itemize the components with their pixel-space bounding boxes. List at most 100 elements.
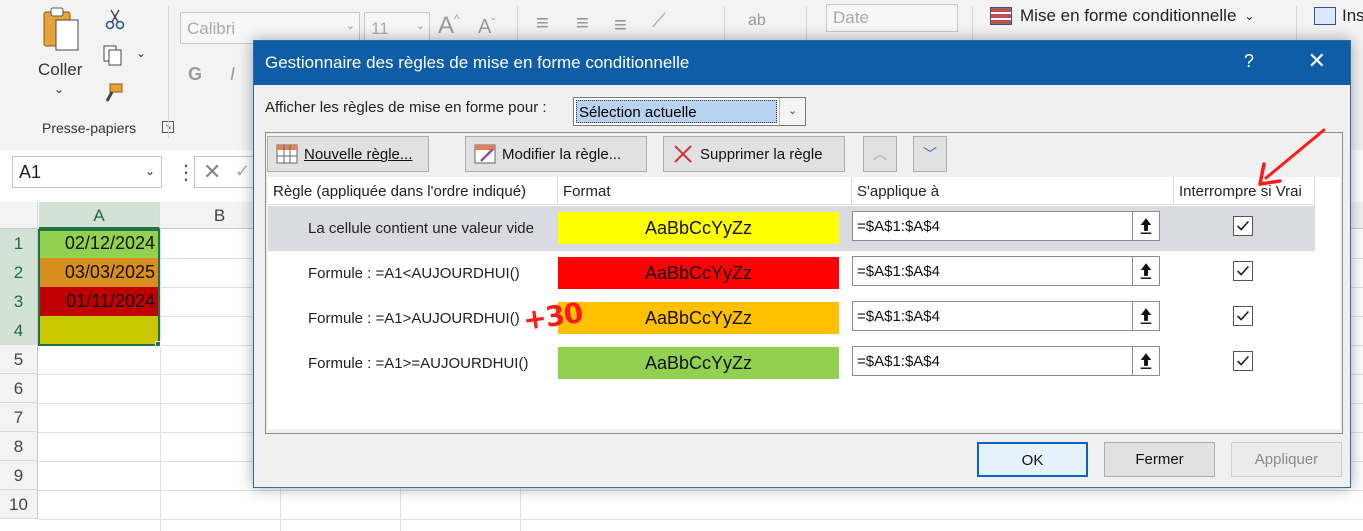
row-header[interactable]: 2	[0, 258, 38, 287]
show-rules-value: Sélection actuelle	[576, 100, 777, 123]
row-header[interactable]: 5	[0, 345, 38, 374]
font-name-value: Calibri	[187, 19, 236, 38]
new-rule-icon	[276, 144, 298, 164]
help-button[interactable]: ?	[1244, 51, 1254, 72]
ribbon-separator	[168, 6, 169, 138]
number-format-combo[interactable]: Date	[826, 4, 958, 32]
cut-icon[interactable]	[104, 8, 126, 30]
move-up-button[interactable]: ︿	[863, 136, 897, 172]
paste-dropdown-icon[interactable]: ⌄	[54, 82, 64, 96]
format-preview: AaBbCcYyZz	[558, 257, 839, 289]
format-preview: AaBbCcYyZz	[558, 302, 839, 334]
rule-row[interactable]: Formule : =A1>AUJOURDHUI() AaBbCcYyZz =$…	[268, 296, 1315, 341]
range-picker-icon[interactable]	[1132, 302, 1159, 330]
bold-button[interactable]: G	[188, 64, 202, 85]
chevron-down-icon: ⌄	[415, 20, 425, 32]
column-header-a[interactable]: A	[39, 202, 160, 229]
applies-to-value: =$A$1:$A$4	[857, 308, 940, 325]
rule-row[interactable]: Formule : =A1>=AUJOURDHUI() AaBbCcYyZz =…	[268, 341, 1315, 386]
row-header[interactable]: 8	[0, 432, 38, 461]
ok-button[interactable]: OK	[977, 442, 1088, 477]
rule-name: Formule : =A1>=AUJOURDHUI()	[308, 355, 529, 372]
name-box[interactable]: A1 ⌄	[12, 156, 162, 188]
row-header[interactable]: 10	[0, 490, 38, 519]
fill-handle[interactable]	[155, 341, 161, 347]
range-picker-icon[interactable]	[1132, 347, 1159, 375]
align-bottom-icon[interactable]: ≡	[614, 12, 627, 38]
applies-to-field[interactable]: =$A$1:$A$4	[852, 211, 1160, 241]
row-header[interactable]: 7	[0, 403, 38, 432]
close-icon[interactable]: ✕	[1308, 48, 1326, 74]
stop-if-true-checkbox[interactable]	[1233, 351, 1253, 371]
chevron-down-icon[interactable]: ⌄	[779, 98, 805, 125]
range-picker-icon[interactable]	[1132, 257, 1159, 285]
format-preview: AaBbCcYyZz	[558, 212, 839, 244]
insert-cells-icon	[1314, 7, 1336, 25]
applies-to-value: =$A$1:$A$4	[857, 353, 940, 370]
row-header[interactable]: 3	[0, 287, 38, 316]
edit-rule-button[interactable]: Modifier la règle...	[465, 136, 647, 172]
rule-name: Formule : =A1>AUJOURDHUI()	[308, 310, 520, 327]
delete-rule-button[interactable]: Supprimer la règle	[663, 136, 845, 172]
stop-if-true-checkbox[interactable]	[1233, 306, 1253, 326]
range-picker-icon[interactable]	[1132, 212, 1159, 240]
select-all-corner[interactable]	[0, 202, 38, 229]
rules-table: Règle (appliquée dans l'ordre indiqué) F…	[268, 177, 1340, 429]
shrink-font-button[interactable]: Aˇ	[478, 16, 495, 39]
wrap-text-icon[interactable]: ab	[748, 12, 766, 30]
applies-to-field[interactable]: =$A$1:$A$4	[852, 346, 1160, 376]
column-header-applies-to: S'applique à	[852, 177, 1174, 205]
copy-icon[interactable]	[102, 44, 124, 66]
row-header[interactable]: 9	[0, 461, 38, 490]
align-top-icon[interactable]: ≡	[536, 10, 549, 36]
stop-if-true-checkbox[interactable]	[1233, 261, 1253, 281]
rule-row[interactable]: La cellule contient une valeur vide AaBb…	[268, 206, 1315, 251]
chevron-down-icon: ⌄	[144, 164, 155, 178]
close-button[interactable]: Fermer	[1104, 442, 1215, 477]
delete-icon	[674, 145, 692, 163]
enter-icon[interactable]: ✓	[235, 161, 250, 182]
applies-to-value: =$A$1:$A$4	[857, 263, 940, 280]
insert-cells-button[interactable]: Ins	[1314, 6, 1363, 26]
chevron-down-icon: ⌄	[1244, 9, 1255, 23]
row-header[interactable]: 6	[0, 374, 38, 403]
rule-name: La cellule contient une valeur vide	[308, 220, 534, 237]
new-rule-button[interactable]: Nouvelle règle...	[267, 136, 429, 172]
orientation-icon[interactable]: ⟋	[652, 10, 666, 33]
applies-to-field[interactable]: =$A$1:$A$4	[852, 301, 1160, 331]
new-rule-label: Nouvelle règle...	[304, 145, 413, 163]
italic-button[interactable]: I	[230, 64, 235, 85]
more-options-icon[interactable]: ⋮	[176, 160, 196, 185]
show-rules-label: Afficher les règles de mise en forme pou…	[265, 99, 547, 116]
font-size-value: 11	[371, 19, 389, 38]
row-header[interactable]: 1	[0, 229, 38, 258]
chevron-up-icon: ︿	[873, 146, 887, 162]
cell-a3[interactable]: 01/11/2024	[39, 287, 159, 316]
stop-if-true-checkbox[interactable]	[1233, 216, 1253, 236]
rules-frame: Nouvelle règle... Modifier la règle... S…	[265, 132, 1343, 434]
applies-to-field[interactable]: =$A$1:$A$4	[852, 256, 1160, 286]
show-rules-select[interactable]: Sélection actuelle ⌄	[573, 97, 806, 126]
edit-rule-icon	[474, 144, 496, 164]
cell-a1[interactable]: 02/12/2024	[39, 229, 159, 258]
cancel-icon[interactable]: ✕	[203, 159, 221, 185]
clipboard-group: Coller ⌄ ⌄ Presse-papiers ↘	[14, 0, 174, 145]
paste-button[interactable]: Coller	[38, 60, 82, 80]
cell-a4[interactable]	[39, 316, 159, 345]
move-down-button[interactable]: ﹀	[913, 136, 947, 172]
apply-button[interactable]: Appliquer	[1231, 442, 1342, 477]
rule-row[interactable]: Formule : =A1<AUJOURDHUI() AaBbCcYyZz =$…	[268, 251, 1315, 296]
conditional-formatting-rules-manager-dialog: Gestionnaire des règles de mise en forme…	[253, 40, 1351, 488]
gridline	[38, 490, 1363, 491]
grow-font-button[interactable]: A^	[438, 12, 460, 40]
row-header[interactable]: 4	[0, 316, 38, 345]
align-middle-icon[interactable]: ≡	[576, 10, 589, 36]
column-header-format: Format	[558, 177, 852, 205]
gridline	[160, 229, 161, 531]
copy-dropdown-icon[interactable]: ⌄	[136, 46, 146, 60]
conditional-formatting-button[interactable]: Mise en forme conditionnelle ⌄	[990, 6, 1254, 26]
paste-icon[interactable]	[42, 6, 82, 54]
cell-a2[interactable]: 03/03/2025	[39, 258, 159, 287]
format-painter-icon[interactable]	[102, 82, 124, 104]
delete-rule-label: Supprimer la règle	[700, 145, 823, 163]
